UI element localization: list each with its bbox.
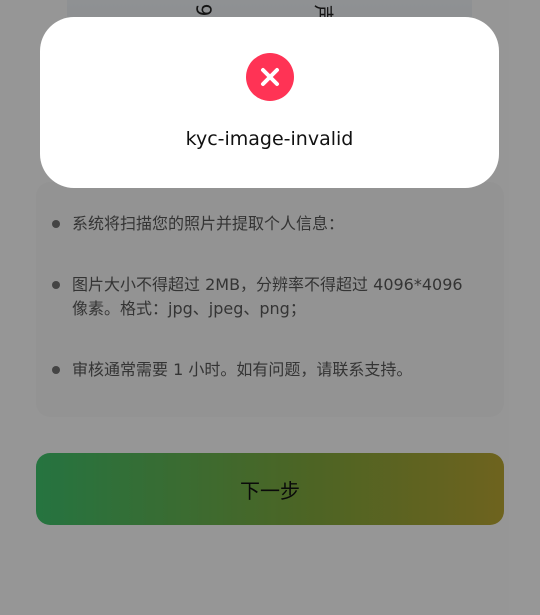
error-circle-x-icon [246, 53, 294, 101]
error-toast: kyc-image-invalid [40, 17, 499, 188]
toast-message: kyc-image-invalid [185, 128, 354, 150]
close-x-icon [261, 68, 279, 86]
